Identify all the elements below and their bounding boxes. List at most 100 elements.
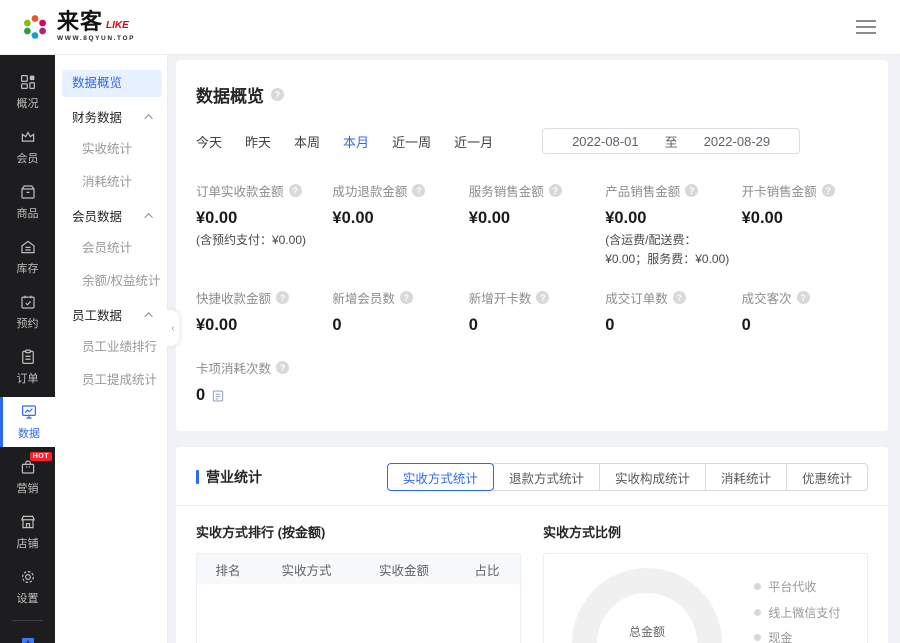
menu-hamburger-icon[interactable] bbox=[852, 16, 880, 38]
sidebar-item-staff-rank[interactable]: 员工业绩排行 bbox=[55, 334, 167, 361]
filter-this-week[interactable]: 本周 bbox=[294, 132, 320, 151]
sidebar-item-balance-stats[interactable]: 余额/权益统计 bbox=[55, 268, 167, 295]
tab-discount-stats[interactable]: 优惠统计 bbox=[786, 463, 868, 491]
stat-service-sales: 服务销售金额? ¥0.00 bbox=[469, 181, 595, 268]
sidebar-item-staff-commission[interactable]: 员工提成统计 bbox=[55, 367, 167, 394]
help-icon[interactable]: ? bbox=[271, 88, 284, 101]
rail-item-members[interactable]: 会员 bbox=[0, 122, 55, 172]
help-icon[interactable]: ? bbox=[400, 291, 413, 304]
rail-item-goods[interactable]: 商品 bbox=[0, 177, 55, 227]
col-amount: 实收金额 bbox=[354, 560, 454, 579]
rail-item-shop[interactable]: 店铺 bbox=[0, 507, 55, 557]
sidebar-item-consume-stats[interactable]: 消耗统计 bbox=[55, 169, 167, 196]
stat-value: 0 bbox=[332, 316, 458, 335]
rail-item-cashier[interactable]: 收银台 bbox=[0, 629, 55, 643]
page-title: 数据概览 bbox=[196, 82, 264, 107]
filter-this-month[interactable]: 本月 bbox=[343, 132, 369, 151]
date-range-picker[interactable]: 2022-08-01 至 2022-08-29 bbox=[542, 128, 800, 154]
rail-item-label: 库存 bbox=[17, 260, 39, 276]
legend-dot bbox=[754, 609, 761, 616]
sidebar-collapse-handle[interactable]: ‹ bbox=[167, 310, 179, 346]
rail-item-label: 店铺 bbox=[17, 535, 39, 551]
sidebar-group-members[interactable]: 会员数据 bbox=[55, 202, 167, 229]
main-content: 数据概览 ? 今天 昨天 本周 本月 近一周 近一月 2022-08-01 至 … bbox=[168, 55, 900, 643]
help-icon[interactable]: ? bbox=[536, 291, 549, 304]
brand-logo[interactable]: 来客 LIKE WWW.8QYUN.TOP bbox=[20, 11, 135, 43]
sidebar-group-finance[interactable]: 财务数据 bbox=[55, 103, 167, 130]
rail-item-marketing[interactable]: HOT 营销 bbox=[0, 452, 55, 502]
stat-value: 0 bbox=[469, 316, 595, 335]
date-start: 2022-08-01 bbox=[572, 134, 639, 149]
rail-item-orders[interactable]: 订单 bbox=[0, 342, 55, 392]
stat-label: 成交客次 bbox=[742, 288, 792, 307]
legend-dot bbox=[754, 583, 761, 590]
rail-item-label: 会员 bbox=[17, 150, 39, 166]
filter-yesterday[interactable]: 昨天 bbox=[245, 132, 271, 151]
ranking-table-empty-state: 暂无数据 bbox=[197, 584, 520, 643]
detail-icon[interactable] bbox=[211, 389, 225, 403]
secondary-sidebar: 数据概览 财务数据 实收统计 消耗统计 会员数据 会员统计 余额/权益统计 员工… bbox=[55, 55, 168, 643]
col-rank: 排名 bbox=[197, 560, 259, 579]
help-icon[interactable]: ? bbox=[797, 291, 810, 304]
brand-name: 来客 bbox=[57, 11, 103, 33]
stat-value: 0 bbox=[605, 316, 731, 335]
filter-today[interactable]: 今天 bbox=[196, 132, 222, 151]
top-header: 来客 LIKE WWW.8QYUN.TOP bbox=[0, 0, 900, 55]
donut-center-label: 总金额 bbox=[629, 623, 665, 640]
sidebar-item-data-overview[interactable]: 数据概览 bbox=[62, 70, 162, 97]
help-icon[interactable]: ? bbox=[276, 361, 289, 374]
help-icon[interactable]: ? bbox=[673, 291, 686, 304]
stat-quick-income: 快捷收款金额? ¥0.00 bbox=[196, 288, 322, 335]
rail-item-label: 营销 bbox=[17, 480, 39, 496]
stat-label: 卡项消耗次数 bbox=[196, 358, 271, 377]
order-icon bbox=[19, 348, 37, 366]
sidebar-group-label: 财务数据 bbox=[72, 107, 122, 126]
chevron-up-icon bbox=[144, 114, 152, 122]
stat-label: 服务销售金额 bbox=[469, 181, 544, 200]
stat-value: ¥0.00 bbox=[742, 209, 868, 228]
dashboard-icon bbox=[19, 73, 37, 91]
ranking-table: 排名 实收方式 实收金额 占比 暂无数据 bbox=[196, 553, 521, 643]
divider bbox=[176, 505, 888, 506]
legend-item[interactable]: 平台代收 bbox=[754, 578, 841, 595]
tab-income-method[interactable]: 实收方式统计 bbox=[387, 463, 494, 491]
help-icon[interactable]: ? bbox=[822, 184, 835, 197]
rail-item-label: 概况 bbox=[17, 95, 39, 111]
tab-income-composition[interactable]: 实收构成统计 bbox=[599, 463, 706, 491]
business-tabs: 实收方式统计 退款方式统计 实收构成统计 消耗统计 优惠统计 bbox=[387, 463, 868, 491]
stat-value: 0 bbox=[742, 316, 868, 335]
legend-item[interactable]: 线上微信支付 bbox=[754, 604, 841, 621]
stat-new-cards: 新增开卡数? 0 bbox=[469, 288, 595, 335]
filter-last-week[interactable]: 近一周 bbox=[392, 132, 431, 151]
tab-consume-stats[interactable]: 消耗统计 bbox=[705, 463, 787, 491]
help-icon[interactable]: ? bbox=[412, 184, 425, 197]
rail-item-data[interactable]: 数据 bbox=[0, 397, 55, 447]
rail-item-overview[interactable]: 概况 bbox=[0, 67, 55, 117]
help-icon[interactable]: ? bbox=[276, 291, 289, 304]
filter-last-month[interactable]: 近一月 bbox=[454, 132, 493, 151]
legend-item[interactable]: 现金 bbox=[754, 629, 841, 643]
shop-icon bbox=[19, 513, 37, 531]
stat-product-sales: 产品销售金额? ¥0.00 (含运费/配送费：¥0.00；服务费：¥0.00) bbox=[605, 181, 731, 268]
help-icon[interactable]: ? bbox=[549, 184, 562, 197]
rail-item-inventory[interactable]: 库存 bbox=[0, 232, 55, 282]
stat-card-consume-count: 卡项消耗次数? 0 bbox=[196, 358, 868, 405]
rail-item-booking[interactable]: 预约 bbox=[0, 287, 55, 337]
sidebar-item-member-stats[interactable]: 会员统计 bbox=[55, 235, 167, 262]
inventory-icon bbox=[19, 238, 37, 256]
date-filter-row: 今天 昨天 本周 本月 近一周 近一月 2022-08-01 至 2022-08… bbox=[196, 128, 868, 154]
tab-refund-method[interactable]: 退款方式统计 bbox=[493, 463, 600, 491]
goods-icon bbox=[19, 183, 37, 201]
rail-item-label: 商品 bbox=[17, 205, 39, 221]
stat-note: (含运费/配送费：¥0.00；服务费：¥0.00) bbox=[605, 231, 731, 268]
stat-refund: 成功退款金额? ¥0.00 bbox=[332, 181, 458, 268]
help-icon[interactable]: ? bbox=[685, 184, 698, 197]
help-icon[interactable]: ? bbox=[289, 184, 302, 197]
stat-note: (含预约支付：¥0.00) bbox=[196, 231, 322, 250]
rail-divider bbox=[12, 620, 43, 621]
sidebar-group-staff[interactable]: 员工数据 bbox=[55, 301, 167, 328]
booking-icon bbox=[19, 293, 37, 311]
sidebar-item-income-stats[interactable]: 实收统计 bbox=[55, 136, 167, 163]
rail-item-settings[interactable]: 设置 bbox=[0, 562, 55, 612]
data-icon bbox=[20, 403, 38, 421]
